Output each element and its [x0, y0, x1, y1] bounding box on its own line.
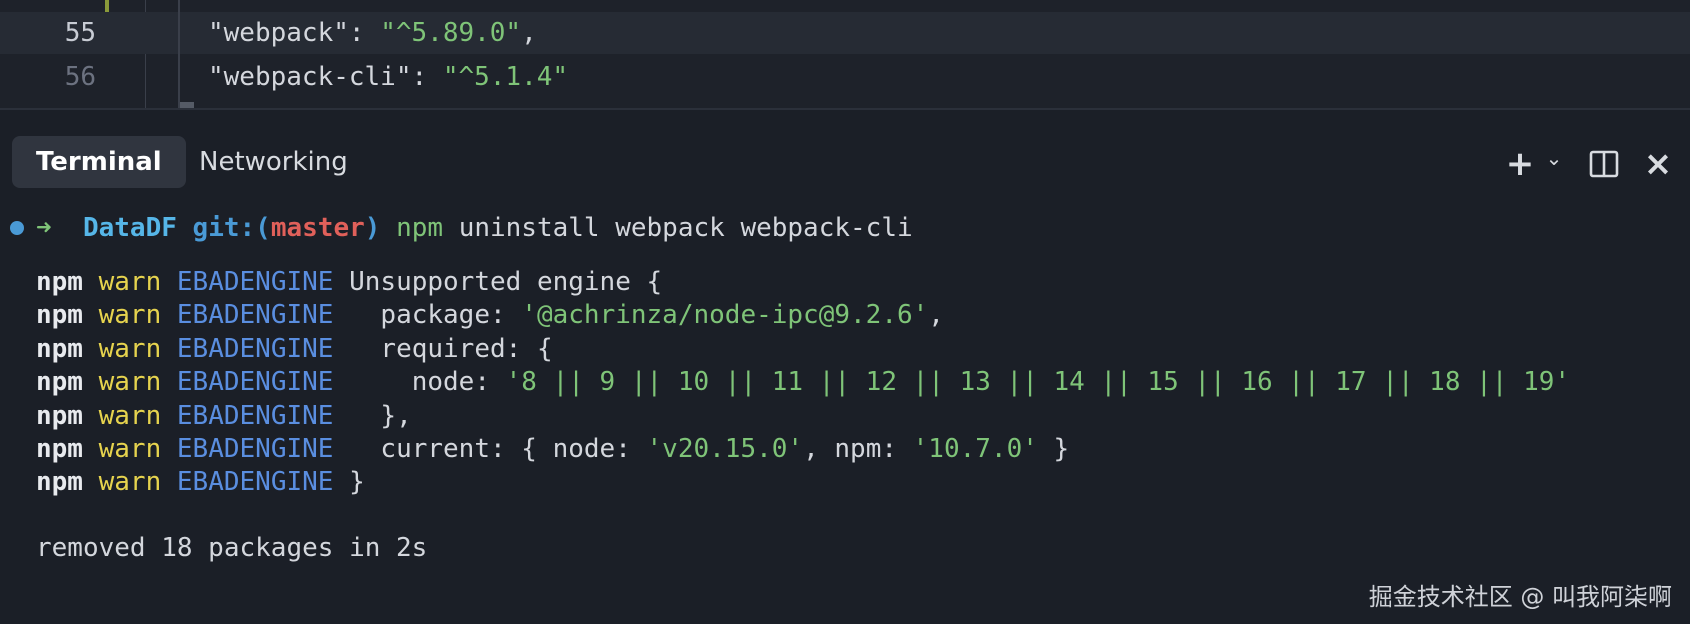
code-editor[interactable]: 55 "webpack": "^5.89.0", 56 "webpack-cli… [0, 0, 1690, 108]
json-value: "^5.89.0" [380, 18, 522, 48]
warn-line: npm warn EBADENGINE package: '@achrinza/… [36, 297, 944, 333]
warn-string: 'v20.15.0' [646, 434, 804, 464]
line-number: 56 [64, 62, 96, 92]
warn-text: , [928, 300, 944, 331]
json-key: "webpack-cli" [208, 62, 412, 92]
prompt-args: uninstall webpack webpack-cli [458, 213, 913, 243]
tab-terminal[interactable]: Terminal [12, 136, 186, 188]
warn-line: npm warn EBADENGINE current: { node: 'v2… [36, 431, 1069, 467]
result-line: removed 18 packages in 2s [36, 533, 428, 563]
warn-text: node: [333, 367, 506, 398]
warn-code: EBADENGINE [176, 434, 334, 464]
git-change-marker [105, 0, 109, 12]
warn-line: npm warn EBADENGINE node: '8 || 9 || 10 … [36, 364, 1570, 400]
npm-label: npm [36, 333, 83, 364]
split-panel-icon[interactable] [1582, 142, 1626, 186]
warn-level: warn [98, 367, 162, 398]
command-status-dot[interactable] [10, 221, 24, 235]
line-code: "webpack": "^5.89.0", [208, 12, 537, 54]
npm-label: npm [36, 300, 83, 331]
npm-label: npm [36, 267, 83, 297]
plus-icon[interactable]: + [1500, 142, 1540, 186]
warn-line: npm warn EBADENGINE }, [36, 398, 412, 434]
watermark: 掘金技术社区 @ 叫我阿柒啊 [1368, 583, 1672, 611]
prompt-git-prefix: git:( [192, 213, 271, 243]
prompt-dir: DataDF [82, 213, 177, 243]
warn-string: '@achrinza/node-ipc@9.2.6' [521, 300, 929, 331]
warn-line: npm warn EBADENGINE Unsupported engine { [36, 264, 662, 300]
warn-code: EBADENGINE [176, 333, 334, 364]
warn-code: EBADENGINE [176, 467, 334, 498]
json-key: "webpack" [208, 18, 349, 48]
chevron-down-icon[interactable]: ⌄ [1542, 136, 1566, 180]
warn-level: warn [98, 333, 162, 364]
warn-text: , npm: [803, 434, 913, 464]
warn-text: current: { node: [333, 434, 647, 464]
npm-label: npm [36, 367, 83, 398]
warn-text: required: { [333, 333, 553, 364]
warn-level: warn [98, 434, 162, 464]
warn-code: EBADENGINE [176, 400, 334, 431]
warn-level: warn [98, 267, 162, 297]
json-sep: : [348, 18, 381, 48]
line-number: 55 [64, 18, 96, 48]
warn-string: '8 || 9 || 10 || 11 || 12 || 13 || 14 ||… [505, 367, 1571, 398]
prompt-command: npm [396, 213, 444, 243]
indent-guide [178, 0, 180, 108]
json-sep: : [411, 62, 443, 92]
npm-label: npm [36, 434, 83, 464]
json-trail: , [521, 18, 537, 48]
editor-line-55[interactable]: 55 "webpack": "^5.89.0", [0, 12, 1690, 54]
warn-level: warn [98, 300, 162, 331]
warn-level: warn [98, 400, 162, 431]
tab-networking[interactable]: Networking [175, 136, 372, 188]
warn-line: npm warn EBADENGINE } [36, 464, 365, 500]
warn-text: } [333, 467, 365, 498]
warn-line: npm warn EBADENGINE required: { [36, 331, 553, 367]
warn-text: }, [333, 400, 412, 431]
warn-text: package: [333, 300, 522, 331]
prompt-branch: master [270, 213, 365, 243]
warn-text: Unsupported engine { [333, 267, 663, 297]
warn-code: EBADENGINE [176, 367, 334, 398]
warn-code: EBADENGINE [176, 300, 334, 331]
close-icon[interactable]: × [1640, 142, 1676, 186]
panel-tab-bar: Terminal Networking + ⌄ × [0, 110, 1690, 190]
warn-level: warn [98, 467, 162, 498]
line-code: "webpack-cli": "^5.1.4" [208, 56, 568, 98]
prompt-line: ➜ DataDF git:(master) npm uninstall webp… [36, 210, 913, 246]
warn-text: } [1037, 434, 1070, 464]
json-value: "^5.1.4" [442, 62, 569, 92]
npm-label: npm [36, 400, 83, 431]
editor-line-56[interactable]: 56 "webpack-cli": "^5.1.4" [0, 56, 1690, 98]
warn-code: EBADENGINE [176, 267, 334, 297]
warn-string: '10.7.0' [912, 434, 1038, 464]
prompt-arrow: ➜ [36, 213, 52, 243]
npm-label: npm [36, 467, 83, 498]
prompt-git-suffix: ) [364, 213, 381, 243]
